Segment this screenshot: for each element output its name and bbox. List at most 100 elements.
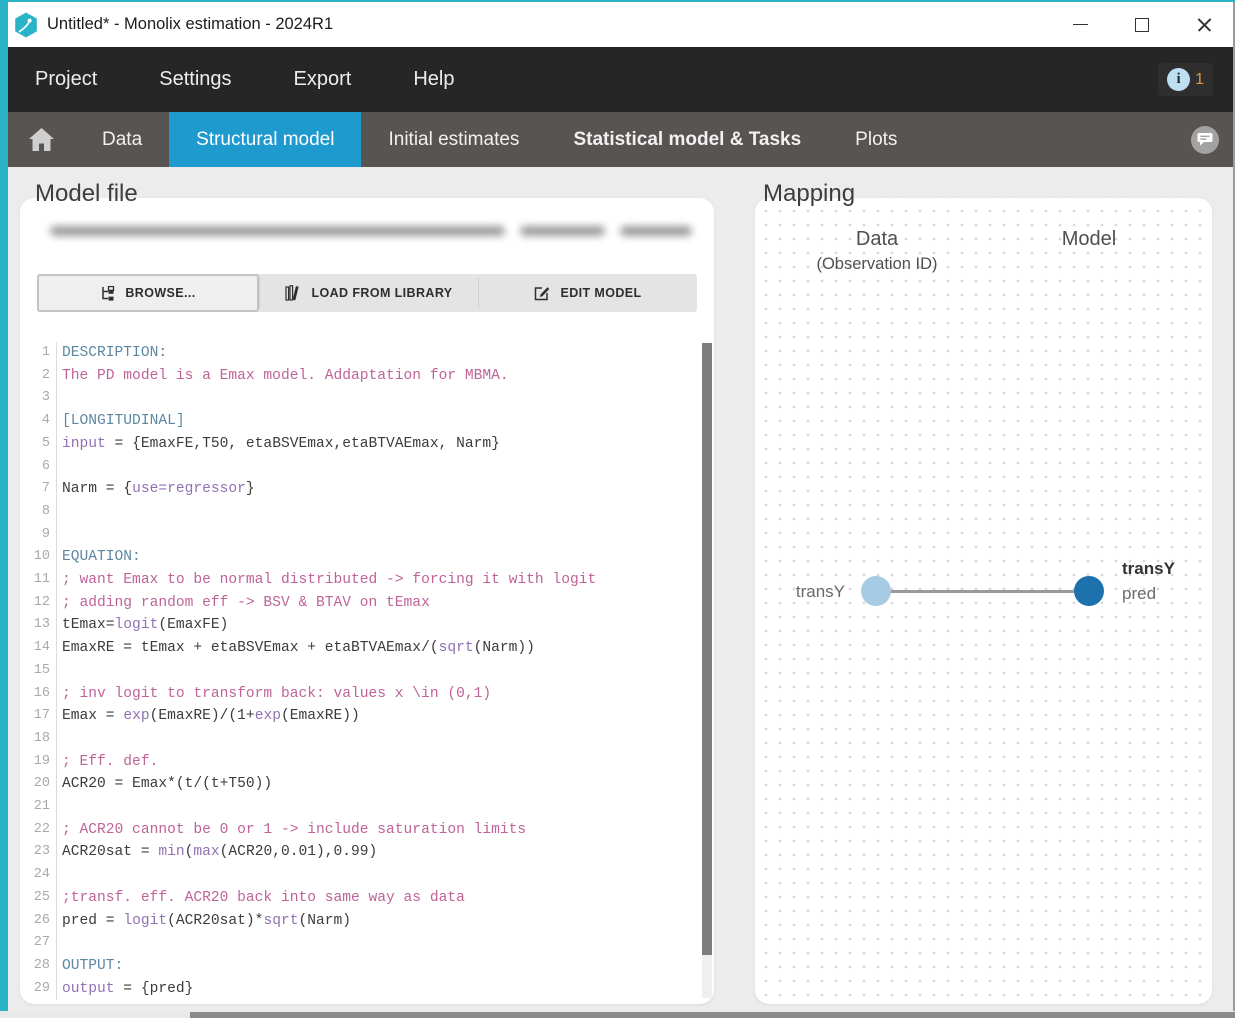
tree-browse-icon [100,286,116,301]
line-number: 9 [33,524,57,547]
menu-settings[interactable]: Settings [159,62,231,97]
notification-count: 1 [1195,71,1204,89]
line-number: 8 [33,501,57,524]
code-line[interactable]: 10EQUATION: [33,546,702,569]
menu-project[interactable]: Project [35,62,97,97]
code-line[interactable]: 3 [33,387,702,410]
line-number: 13 [33,614,57,637]
mapping-model-sublabel: pred [1122,584,1156,604]
tab-structural-model[interactable]: Structural model [169,112,361,167]
line-number: 12 [33,592,57,615]
code-line[interactable]: 4[LONGITUDINAL] [33,410,702,433]
code-line[interactable]: 7Narm = {use=regressor} [33,478,702,501]
code-line[interactable]: 26pred = logit(ACR20sat)*sqrt(Narm) [33,910,702,933]
code-line[interactable]: 15 [33,660,702,683]
tab-data[interactable]: Data [75,112,169,167]
window-controls [1049,2,1235,47]
editor-scrollbar[interactable] [702,343,712,998]
model-file-toolbar: BROWSE... LOAD FROM LIBRARY [37,274,697,312]
model-file-card: BROWSE... LOAD FROM LIBRARY [20,198,714,1004]
minimize-button[interactable] [1049,2,1111,47]
info-icon: i [1167,68,1190,91]
tab-bar: Data Structural model Initial estimates … [0,112,1235,167]
model-file-title: Model file [35,180,138,208]
code-editor[interactable]: 1DESCRIPTION:2The PD model is a Emax mod… [33,342,702,1000]
maximize-button[interactable] [1111,2,1173,47]
code-line[interactable]: 18 [33,728,702,751]
code-line[interactable]: 28OUTPUT: [33,955,702,978]
mapping-title: Mapping [763,180,855,208]
monolix-logo-icon [14,12,38,38]
menu-bar: Project Settings Export Help i 1 [0,47,1235,112]
code-line[interactable]: 5input = {EmaxFE,T50, etaBSVEmax,etaBTVA… [33,433,702,456]
editor-scrollbar-thumb[interactable] [702,343,712,955]
window-accent-border [0,2,8,1018]
code-line[interactable]: 14EmaxRE = tEmax + etaBSVEmax + etaBTVAE… [33,637,702,660]
mapping-data-node[interactable] [861,576,891,606]
code-line[interactable]: 29output = {pred} [33,978,702,1001]
code-line[interactable]: 12; adding random eff -> BSV & BTAV on t… [33,592,702,615]
code-line[interactable]: 11; want Emax to be normal distributed -… [33,569,702,592]
tab-statistical-model-tasks[interactable]: Statistical model & Tasks [546,112,828,167]
code-line[interactable]: 27 [33,932,702,955]
code-line[interactable]: 25;transf. eff. ACR20 back into same way… [33,887,702,910]
code-line[interactable]: 6 [33,456,702,479]
code-line[interactable]: 21 [33,796,702,819]
edit-pencil-icon [534,285,551,301]
code-line[interactable]: 8 [33,501,702,524]
code-line[interactable]: 17Emax = exp(EmaxRE)/(1+exp(EmaxRE)) [33,705,702,728]
app-window: Untitled* - Monolix estimation - 2024R1 … [0,0,1235,1018]
chat-bubble-icon[interactable] [1191,126,1219,154]
line-number: 10 [33,546,57,569]
line-number: 21 [33,796,57,819]
mapping-data-header: Data [856,228,898,251]
horizontal-scrollbar-thumb[interactable] [190,1012,1235,1018]
line-number: 23 [33,841,57,864]
code-line[interactable]: 1DESCRIPTION: [33,342,702,365]
notification-area[interactable]: i 1 [1158,63,1213,96]
mapping-model-label: transY [1122,559,1175,579]
title-bar: Untitled* - Monolix estimation - 2024R1 [0,2,1235,47]
code-line[interactable]: 9 [33,524,702,547]
mapping-data-label: transY [796,582,845,602]
code-line[interactable]: 24 [33,864,702,887]
mapping-card: Data (Observation ID) Model transY trans… [755,198,1212,1004]
code-line[interactable]: 2The PD model is a Emax model. Addaptati… [33,365,702,388]
line-number: 27 [33,932,57,955]
line-number: 4 [33,410,57,433]
line-number: 6 [33,456,57,479]
mapping-data-subheader: (Observation ID) [816,255,937,274]
line-number: 5 [33,433,57,456]
feedback-area [1191,112,1235,167]
code-line[interactable]: 19; Eff. def. [33,751,702,774]
load-from-library-button-label: LOAD FROM LIBRARY [311,286,452,300]
line-number: 3 [33,387,57,410]
code-line[interactable]: 13tEmax=logit(EmaxFE) [33,614,702,637]
browse-button[interactable]: BROWSE... [37,274,259,312]
line-number: 20 [33,773,57,796]
tab-plots[interactable]: Plots [828,112,924,167]
window-title: Untitled* - Monolix estimation - 2024R1 [47,15,333,34]
tab-home[interactable] [8,112,75,167]
load-from-library-button[interactable]: LOAD FROM LIBRARY [260,274,478,312]
mapping-model-header: Model [1062,228,1116,251]
tab-initial-estimates[interactable]: Initial estimates [361,112,546,167]
line-number: 26 [33,910,57,933]
menu-help[interactable]: Help [413,62,454,97]
line-number: 18 [33,728,57,751]
close-button[interactable] [1173,2,1235,47]
edit-model-button-label: EDIT MODEL [560,286,641,300]
mapping-model-node[interactable] [1074,576,1104,606]
maximize-icon [1135,18,1149,32]
line-number: 2 [33,365,57,388]
mapping-connection-row: transY transY pred [755,568,1212,618]
horizontal-scrollbar[interactable] [0,1011,1235,1018]
code-line[interactable]: 16; inv logit to transform back: values … [33,683,702,706]
code-line[interactable]: 20ACR20 = Emax*(t/(t+T50)) [33,773,702,796]
menu-export[interactable]: Export [294,62,352,97]
edit-model-button[interactable]: EDIT MODEL [479,274,697,312]
line-number: 25 [33,887,57,910]
code-line[interactable]: 22; ACR20 cannot be 0 or 1 -> include sa… [33,819,702,842]
line-number: 14 [33,637,57,660]
code-line[interactable]: 23ACR20sat = min(max(ACR20,0.01),0.99) [33,841,702,864]
